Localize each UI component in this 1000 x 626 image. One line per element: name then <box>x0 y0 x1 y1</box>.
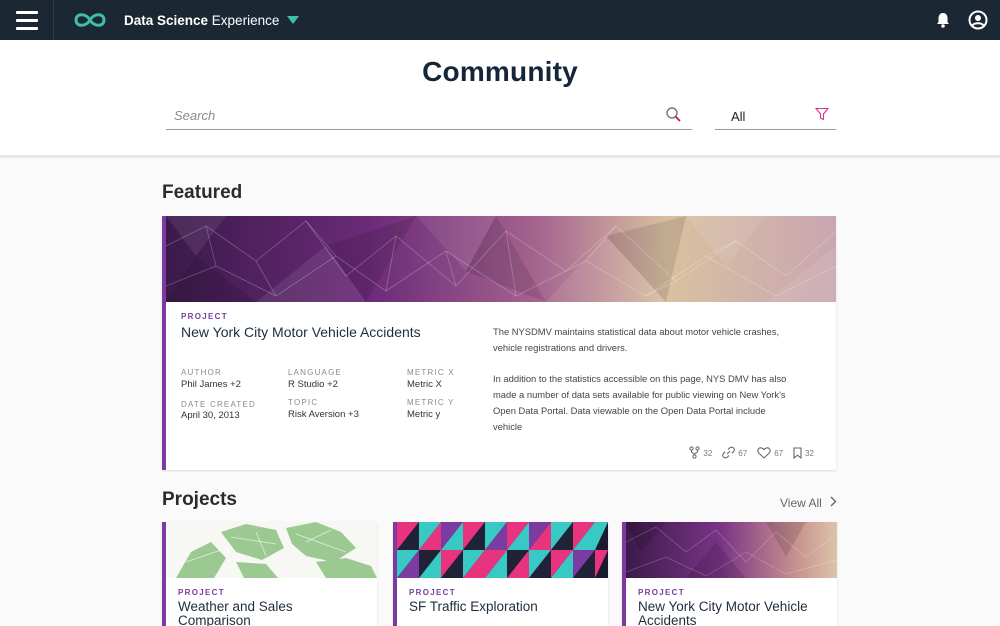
top-navigation-bar: Data Science Experience <box>0 0 1000 40</box>
topic-value: Risk Aversion +3 <box>288 409 359 420</box>
date-created-value: April 30, 2013 <box>181 410 240 421</box>
polygon-banner-image <box>626 522 837 578</box>
project-card-tag: PROJECT <box>178 588 225 597</box>
metric-x-value: Metric X <box>407 379 442 390</box>
language-value: R Studio +2 <box>288 379 338 390</box>
project-card[interactable]: PROJECT Weather and Sales Comparison <box>162 522 377 626</box>
description-paragraph-2: In addition to the statistics accessible… <box>493 373 787 432</box>
chevron-right-icon <box>830 496 837 510</box>
app-name-bold: Data Science <box>124 12 209 28</box>
project-card-tag: PROJECT <box>638 588 685 597</box>
page-title: Community <box>422 56 578 87</box>
topic-label: TOPIC <box>288 398 319 407</box>
view-all-label: View All <box>780 496 822 510</box>
metric-y-label: METRIC Y <box>407 398 455 407</box>
app-name[interactable]: Data Science Experience <box>124 13 279 28</box>
language-label: LANGUAGE <box>288 368 343 377</box>
infinity-logo-icon[interactable] <box>70 9 110 31</box>
bookmark-icon <box>793 446 802 461</box>
link-stat[interactable]: 67 <box>722 446 747 461</box>
project-card[interactable]: PROJECT SF Traffic Exploration <box>393 522 608 626</box>
filter-icon[interactable] <box>814 107 830 126</box>
featured-card-stats: 32 67 67 32 <box>689 446 814 461</box>
heart-icon <box>757 446 771 461</box>
link-icon <box>722 446 736 461</box>
bookmark-count: 32 <box>805 449 814 458</box>
project-card-title[interactable]: SF Traffic Exploration <box>409 600 599 614</box>
project-card-title[interactable]: Weather and Sales Comparison <box>178 600 368 626</box>
search-bar <box>166 102 692 130</box>
fork-stat[interactable]: 32 <box>689 446 712 461</box>
project-card-title[interactable]: New York City Motor Vehicle Accidents <box>638 600 828 626</box>
date-created-label: DATE CREATED <box>181 400 256 409</box>
bell-icon[interactable] <box>936 12 950 28</box>
triangle-pattern-banner-image <box>397 522 608 578</box>
link-count: 67 <box>738 449 748 458</box>
bookmark-stat[interactable]: 32 <box>793 446 814 461</box>
caret-down-icon[interactable] <box>287 16 300 24</box>
featured-card-title[interactable]: New York City Motor Vehicle Accidents <box>181 324 421 340</box>
metric-y-value: Metric y <box>407 409 441 420</box>
fork-icon <box>689 446 700 461</box>
view-all-link[interactable]: View All <box>780 496 837 510</box>
projects-section-title: Projects <box>162 489 237 510</box>
project-card[interactable]: PROJECT New York City Motor Vehicle Acci… <box>622 522 837 626</box>
app-name-rest: Experience <box>208 12 280 28</box>
description-paragraph-1: The NYSDMV maintains statistical data ab… <box>493 326 780 353</box>
filter-value: All <box>731 109 746 124</box>
featured-section-title: Featured <box>162 182 243 203</box>
like-count: 67 <box>774 449 784 458</box>
author-label: AUTHOR <box>181 368 222 377</box>
header-band: Community All <box>0 40 1000 158</box>
menu-icon[interactable] <box>0 0 54 40</box>
metric-x-label: METRIC X <box>407 368 455 377</box>
featured-banner-image <box>166 216 836 302</box>
featured-card[interactable]: PROJECT New York City Motor Vehicle Acci… <box>162 216 836 470</box>
search-icon[interactable] <box>665 106 682 128</box>
filter-dropdown[interactable]: All <box>715 102 836 130</box>
like-stat[interactable]: 67 <box>757 446 784 461</box>
author-value[interactable]: Phil James +2 <box>181 379 241 390</box>
map-banner-image <box>166 522 377 578</box>
fork-count: 32 <box>703 449 713 458</box>
featured-card-description: The NYSDMV maintains statistical data ab… <box>493 324 793 450</box>
search-input[interactable] <box>166 102 646 129</box>
user-icon[interactable] <box>968 10 988 30</box>
project-card-tag: PROJECT <box>409 588 456 597</box>
featured-card-tag: PROJECT <box>181 312 228 321</box>
